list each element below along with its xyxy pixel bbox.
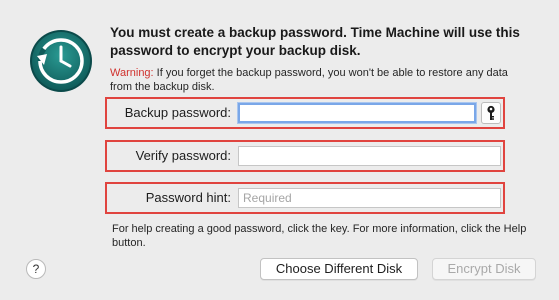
time-machine-icon [28, 28, 94, 94]
verify-password-row: Verify password: [105, 140, 505, 172]
help-text: For help creating a good password, click… [112, 223, 527, 249]
password-hint-field[interactable] [238, 188, 501, 208]
backup-password-label: Backup password: [124, 105, 231, 120]
help-button[interactable]: ? [26, 259, 46, 279]
backup-password-row: Backup password: [105, 97, 505, 129]
verify-password-label: Verify password: [135, 148, 231, 163]
warning-message: Warning: If you forget the backup passwo… [110, 66, 530, 94]
key-icon [487, 105, 495, 120]
warning-text: If you forget the backup password, you w… [110, 67, 508, 93]
key-button[interactable] [481, 102, 501, 124]
encrypt-disk-button[interactable]: Encrypt Disk [432, 258, 536, 280]
warning-label: Warning: [110, 67, 154, 79]
choose-different-disk-button[interactable]: Choose Different Disk [260, 258, 418, 280]
password-hint-label: Password hint: [145, 190, 231, 205]
backup-password-field[interactable] [238, 103, 476, 123]
verify-password-field[interactable] [238, 146, 501, 166]
password-hint-row: Password hint: [105, 182, 505, 214]
backup-password-dialog: You must create a backup password. Time … [0, 0, 559, 300]
dialog-title: You must create a backup password. Time … [110, 25, 520, 58]
